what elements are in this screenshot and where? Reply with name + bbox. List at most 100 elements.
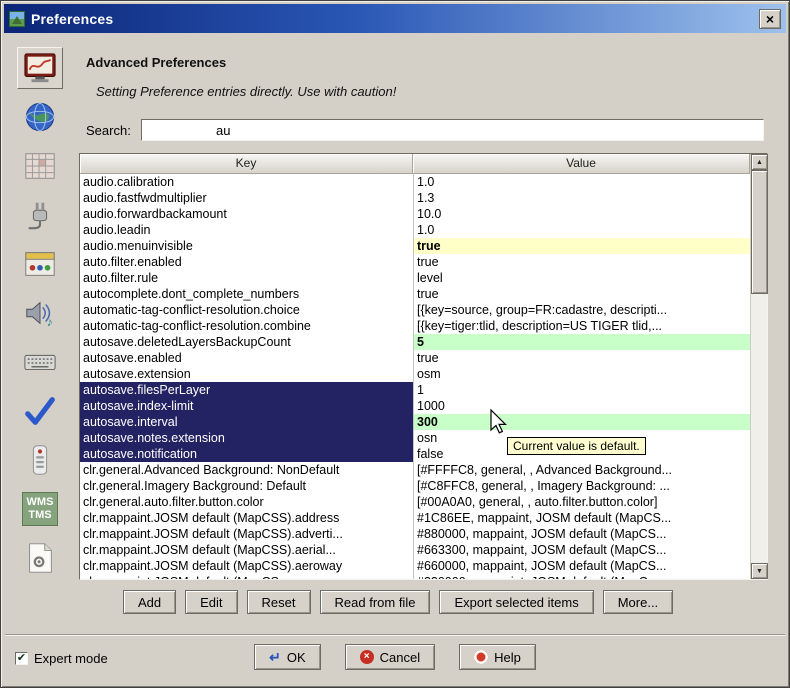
table-row[interactable]: audio.calibration1.0 (80, 174, 750, 190)
table-row[interactable]: clr.mappaint.JOSM default (MapCSS).adver… (80, 526, 750, 542)
table-row[interactable]: automatic-tag-conflict-resolution.combin… (80, 318, 750, 334)
pref-value-cell[interactable]: [{key=source, group=FR:cadastre, descrip… (413, 302, 750, 318)
pref-key-cell[interactable]: autosave.interval (80, 414, 413, 430)
titlebar[interactable]: Preferences × (4, 4, 786, 33)
add-button[interactable]: Add (123, 590, 176, 614)
table-row[interactable]: audio.leadin1.0 (80, 222, 750, 238)
tab-toolbar-customization[interactable] (17, 243, 63, 285)
pref-value-cell[interactable]: 1.3 (413, 190, 750, 206)
pref-value-cell[interactable]: 1 (413, 382, 750, 398)
tab-audio-settings[interactable]: ♪ (17, 292, 63, 334)
pref-key-cell[interactable]: autosave.extension (80, 366, 413, 382)
pref-value-cell[interactable]: 1.0 (413, 222, 750, 238)
column-header-value[interactable]: Value (413, 154, 750, 174)
tab-advanced-preferences[interactable] (17, 537, 63, 579)
table-row[interactable]: clr.mappaint.JOSM default (MapCSS).addre… (80, 510, 750, 526)
pref-value-cell[interactable]: [#C8FFC8, general, , Imagery Background:… (413, 478, 750, 494)
pref-value-cell[interactable]: 300 (413, 414, 750, 430)
pref-key-cell[interactable]: auto.filter.rule (80, 270, 413, 286)
pref-key-cell[interactable]: autosave.notes.extension (80, 430, 413, 446)
pref-key-cell[interactable]: automatic-tag-conflict-resolution.choice (80, 302, 413, 318)
table-row[interactable]: audio.forwardbackamount10.0 (80, 206, 750, 222)
pref-key-cell[interactable]: autosave.deletedLayersBackupCount (80, 334, 413, 350)
tab-remote-control[interactable] (17, 439, 63, 481)
pref-key-cell[interactable]: clr.general.Advanced Background: NonDefa… (80, 462, 413, 478)
column-header-key[interactable]: Key (80, 154, 413, 174)
pref-value-cell[interactable]: #663300, mappaint, JOSM default (MapCS..… (413, 542, 750, 558)
scroll-down-button[interactable]: ▼ (751, 563, 768, 579)
pref-value-cell[interactable]: 5 (413, 334, 750, 350)
pref-value-cell[interactable]: [#FFFFC8, general, , Advanced Background… (413, 462, 750, 478)
vertical-scrollbar[interactable]: ▲ ▼ (750, 154, 767, 579)
table-row[interactable]: autosave.index-limit1000 (80, 398, 750, 414)
pref-value-cell[interactable]: #330000, mappaint, JOSM default (MapC... (413, 574, 750, 579)
table-row[interactable]: clr.general.auto.filter.button.color[#00… (80, 494, 750, 510)
pref-key-cell[interactable]: auto.filter.enabled (80, 254, 413, 270)
pref-key-cell[interactable]: audio.fastfwdmultiplier (80, 190, 413, 206)
pref-key-cell[interactable]: clr.mappaint.JOSM default (MapCSS).aerow… (80, 558, 413, 574)
pref-value-cell[interactable]: [{key=tiger:tlid, description=US TIGER t… (413, 318, 750, 334)
pref-value-cell[interactable]: [#00A0A0, general, , auto.filter.button.… (413, 494, 750, 510)
table-row[interactable]: autosave.extensionosm (80, 366, 750, 382)
pref-value-cell[interactable]: true (413, 238, 750, 254)
pref-key-cell[interactable]: clr.mappaint.JOSM default (MapCS... (80, 574, 413, 579)
scroll-up-button[interactable]: ▲ (751, 154, 768, 170)
tab-map-settings[interactable] (17, 145, 63, 187)
table-row[interactable]: clr.mappaint.JOSM default (MapCSS).aerow… (80, 558, 750, 574)
tab-display-settings[interactable] (17, 47, 63, 89)
pref-value-cell[interactable]: #1C86EE, mappaint, JOSM default (MapCS..… (413, 510, 750, 526)
table-row[interactable]: autosave.filesPerLayer1 (80, 382, 750, 398)
pref-value-cell[interactable]: 10.0 (413, 206, 750, 222)
table-row[interactable]: autosave.enabledtrue (80, 350, 750, 366)
table-row[interactable]: autosave.deletedLayersBackupCount5 (80, 334, 750, 350)
pref-key-cell[interactable]: autosave.index-limit (80, 398, 413, 414)
ok-button[interactable]: ↵ OK (254, 644, 321, 670)
edit-button[interactable]: Edit (185, 590, 237, 614)
table-row[interactable]: clr.mappaint.JOSM default (MapCS...#3300… (80, 574, 750, 579)
pref-key-cell[interactable]: audio.calibration (80, 174, 413, 190)
pref-key-cell[interactable]: audio.forwardbackamount (80, 206, 413, 222)
table-row[interactable]: autosave.notificationfalse (80, 446, 750, 462)
pref-key-cell[interactable]: audio.menuinvisible (80, 238, 413, 254)
table-row[interactable]: autocomplete.dont_complete_numberstrue (80, 286, 750, 302)
search-input[interactable] (141, 119, 764, 141)
table-row[interactable]: clr.general.Advanced Background: NonDefa… (80, 462, 750, 478)
pref-value-cell[interactable]: level (413, 270, 750, 286)
table-row[interactable]: clr.mappaint.JOSM default (MapCSS).aeria… (80, 542, 750, 558)
pref-key-cell[interactable]: clr.mappaint.JOSM default (MapCSS).aeria… (80, 542, 413, 558)
pref-key-cell[interactable]: autosave.notification (80, 446, 413, 462)
pref-key-cell[interactable]: autocomplete.dont_complete_numbers (80, 286, 413, 302)
pref-key-cell[interactable]: clr.mappaint.JOSM default (MapCSS).addre… (80, 510, 413, 526)
tab-shortcuts[interactable] (17, 341, 63, 383)
table-row[interactable]: clr.general.Imagery Background: Default[… (80, 478, 750, 494)
export-selected-items-button[interactable]: Export selected items (439, 590, 593, 614)
table-row[interactable]: audio.fastfwdmultiplier1.3 (80, 190, 750, 206)
table-row[interactable]: auto.filter.rulelevel (80, 270, 750, 286)
pref-key-cell[interactable]: autosave.filesPerLayer (80, 382, 413, 398)
table-row[interactable]: autosave.notes.extensionosn (80, 430, 750, 446)
pref-value-cell[interactable]: #660000, mappaint, JOSM default (MapCS..… (413, 558, 750, 574)
table-row[interactable]: auto.filter.enabledtrue (80, 254, 750, 270)
tab-validator[interactable] (17, 390, 63, 432)
tab-plugins[interactable] (17, 194, 63, 236)
pref-key-cell[interactable]: clr.general.auto.filter.button.color (80, 494, 413, 510)
tab-imagery-wms-tms[interactable]: WMS TMS (17, 488, 63, 530)
pref-value-cell[interactable]: #880000, mappaint, JOSM default (MapCS..… (413, 526, 750, 542)
table-row[interactable]: automatic-tag-conflict-resolution.choice… (80, 302, 750, 318)
tab-connection-settings[interactable] (17, 96, 63, 138)
scrollbar-thumb[interactable] (751, 170, 768, 294)
pref-value-cell[interactable]: osm (413, 366, 750, 382)
pref-key-cell[interactable]: automatic-tag-conflict-resolution.combin… (80, 318, 413, 334)
pref-key-cell[interactable]: clr.mappaint.JOSM default (MapCSS).adver… (80, 526, 413, 542)
table-row[interactable]: audio.menuinvisibletrue (80, 238, 750, 254)
cancel-button[interactable]: × Cancel (345, 644, 435, 670)
close-button[interactable]: × (759, 9, 781, 29)
pref-value-cell[interactable]: true (413, 254, 750, 270)
pref-value-cell[interactable]: true (413, 286, 750, 302)
pref-value-cell[interactable]: 1000 (413, 398, 750, 414)
help-button[interactable]: Help (459, 644, 536, 670)
reset-button[interactable]: Reset (247, 590, 311, 614)
table-row[interactable]: autosave.interval300 (80, 414, 750, 430)
pref-key-cell[interactable]: autosave.enabled (80, 350, 413, 366)
more-button[interactable]: More... (603, 590, 673, 614)
